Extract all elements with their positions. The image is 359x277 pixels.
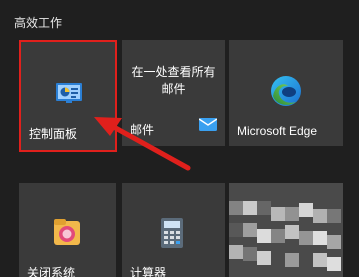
tile-microsoft-edge[interactable]: Microsoft Edge: [229, 40, 343, 146]
edge-label: Microsoft Edge: [237, 124, 318, 138]
mail-icon: [198, 118, 218, 136]
mail-label: 邮件: [130, 123, 155, 137]
blurred-tile-icon: [229, 201, 341, 271]
control-panel-label: 控制面板: [29, 127, 78, 141]
mail-tile-title: 在一处查看所有邮件: [131, 65, 216, 96]
calculator-label: 计算器: [130, 266, 167, 277]
shutdown-label: 关闭系统: [27, 266, 76, 277]
shutdown-app-icon: [52, 217, 82, 252]
tile-control-panel[interactable]: 控制面板: [19, 40, 117, 152]
tile-mail[interactable]: 在一处查看所有邮件 邮件: [122, 40, 225, 146]
group-title: 高效工作: [14, 16, 63, 30]
calculator-icon: [160, 217, 184, 254]
tile-blurred[interactable]: [229, 183, 343, 277]
tile-shutdown[interactable]: 关闭系统: [19, 183, 116, 277]
control-panel-icon: [55, 82, 83, 109]
edge-icon: [269, 74, 303, 113]
tile-calculator[interactable]: 计算器: [122, 183, 225, 277]
